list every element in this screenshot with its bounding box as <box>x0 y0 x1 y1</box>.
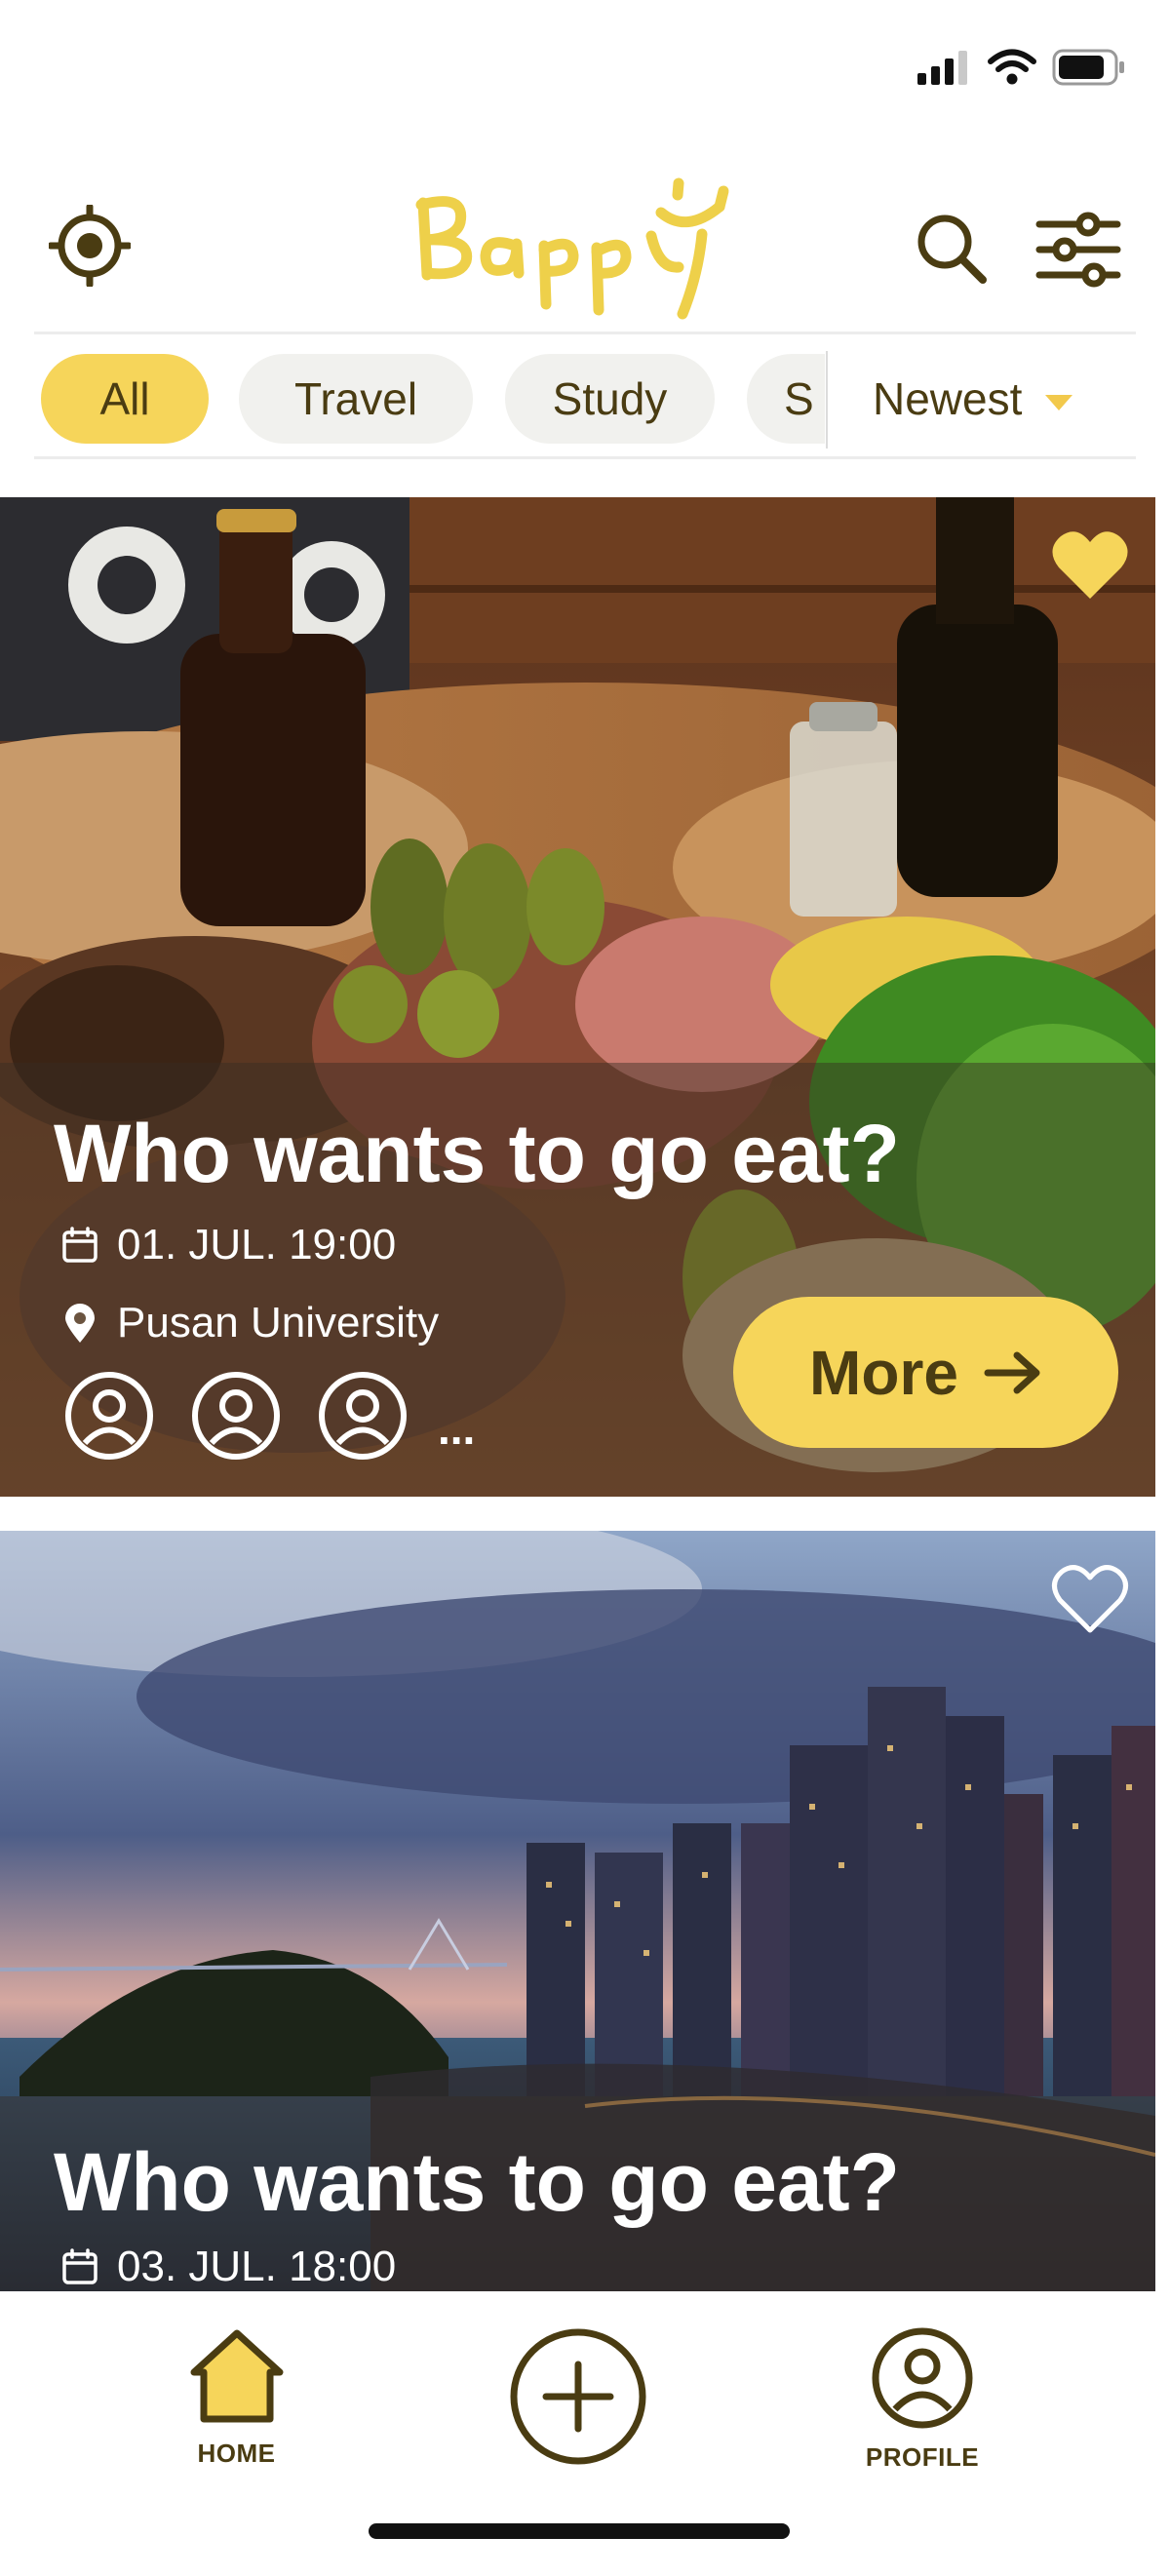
user-icon <box>192 1372 280 1460</box>
status-icons <box>917 49 1126 86</box>
filter-sliders-icon <box>1035 212 1121 288</box>
location-button[interactable] <box>47 203 133 289</box>
chip-study[interactable]: Study <box>505 354 715 444</box>
battery-icon <box>1052 49 1124 86</box>
sort-label: Newest <box>873 373 1023 424</box>
search-button[interactable] <box>913 210 991 288</box>
nav-home[interactable]: HOME <box>176 2325 297 2469</box>
app-logo <box>410 176 760 322</box>
caret-down-icon <box>1045 395 1073 410</box>
wifi-icon <box>988 49 1036 85</box>
card-title: Who wants to go eat? <box>54 1108 900 1199</box>
meetup-card[interactable]: Who wants to go eat? 03. JUL. 18:00 <box>0 1531 1155 2291</box>
user-icon <box>319 1372 407 1460</box>
home-indicator <box>369 2523 790 2539</box>
location-target-icon <box>47 203 133 289</box>
signal-icon <box>917 51 967 85</box>
heart-filled-icon[interactable] <box>1049 527 1131 605</box>
sort-dropdown[interactable]: Newest <box>873 354 1073 444</box>
participant-avatars: ... <box>63 1370 475 1462</box>
map-pin-icon <box>65 1304 95 1343</box>
nav-profile-label: PROFILE <box>865 2442 980 2472</box>
card-date-text: 01. JUL. 19:00 <box>117 1221 397 1268</box>
card-date: 01. JUL. 19:00 <box>60 1221 396 1269</box>
meetup-card[interactable]: Who wants to go eat? 01. JUL. 19:00 Pusa… <box>0 497 1155 1497</box>
filter-button[interactable] <box>1034 205 1123 294</box>
more-button-label: More <box>809 1337 958 1408</box>
chip-travel[interactable]: Travel <box>239 354 473 444</box>
header-divider <box>34 332 1136 334</box>
bappy-logo-icon <box>415 177 729 320</box>
home-icon <box>190 2329 283 2423</box>
heart-outline-icon[interactable] <box>1049 1560 1131 1638</box>
profile-icon <box>872 2327 973 2429</box>
card-date: 03. JUL. 18:00 <box>60 2243 396 2291</box>
plus-circle-icon <box>510 2328 646 2465</box>
nav-home-label: HOME <box>197 2439 276 2468</box>
chip-all[interactable]: All <box>41 354 209 444</box>
calendar-icon <box>62 1227 98 1263</box>
category-filter-bar: All Travel Study S Newest <box>0 346 1170 453</box>
sort-separator <box>826 351 828 449</box>
user-icon <box>65 1372 153 1460</box>
chip-partial[interactable]: S <box>747 354 825 444</box>
status-bar <box>0 0 1170 146</box>
app-header <box>0 166 1170 332</box>
chips-divider <box>34 456 1136 459</box>
card-location: Pusan University <box>60 1299 439 1347</box>
card-location-text: Pusan University <box>117 1299 440 1347</box>
search-icon <box>917 215 987 284</box>
more-button[interactable]: More <box>733 1297 1118 1448</box>
arrow-right-icon <box>984 1351 1040 1393</box>
calendar-icon <box>62 2248 98 2284</box>
card-date-text: 03. JUL. 18:00 <box>117 2243 397 2290</box>
nav-profile[interactable]: PROFILE <box>854 2325 991 2473</box>
card-title: Who wants to go eat? <box>54 2136 900 2228</box>
more-participants: ... <box>438 1403 476 1454</box>
add-meetup-button[interactable] <box>505 2325 651 2468</box>
